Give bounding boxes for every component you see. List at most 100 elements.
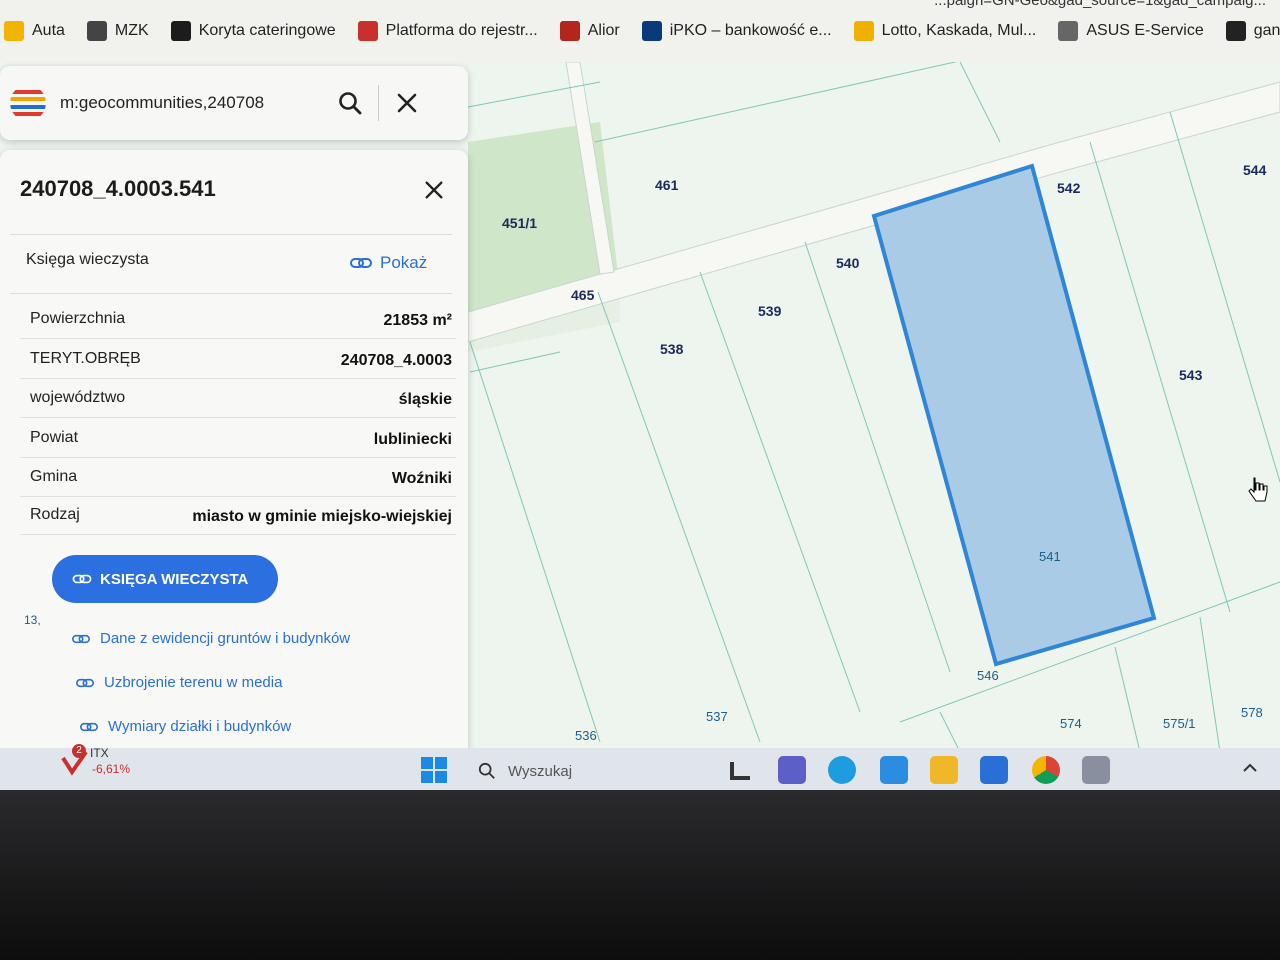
search-box: m:geocommunities,240708 [0,66,468,140]
bookmark-favicon-icon [170,21,191,41]
land-register-label: Księga wieczysta [26,251,149,268]
link-utilities[interactable]: Uzbrojenie terenu w media [76,674,282,691]
plot-label: 575/1 [1163,716,1196,731]
attribute-key: TERYT.OBRĘB [30,350,141,367]
laptop-bezel [0,790,1280,960]
bookmark-favicon-icon [1225,21,1246,41]
plot-label: 461 [655,177,679,193]
bookmark-item[interactable]: Platforma do rejestr... [357,21,538,41]
store-icon[interactable] [980,756,1008,784]
attribute-value: 21853 m² [383,312,453,329]
windows-icon [421,757,447,783]
land-register-row: Księga wieczysta Pokaż [10,234,452,294]
bookmark-favicon-icon [4,21,24,41]
taskbar-app-explorer-view[interactable] [728,756,756,784]
land-register-button[interactable]: KSIĘGA WIECZYSTA [52,555,278,603]
bookmark-item[interactable]: Auta [4,21,65,41]
plot-label: 539 [758,303,782,319]
bookmark-label: Platforma do rejestr... [385,22,538,39]
attribute-row: TERYT.OBRĘB 240708_4.0003 [20,340,456,379]
attribute-key: Powierzchnia [30,310,126,327]
attribute-value: 240708_4.0003 [340,352,452,369]
plot-label: 542 [1057,180,1081,196]
bookmark-item[interactable]: iPKO – bankowość e... [641,21,832,41]
plot-label: 465 [571,287,595,303]
taskbar: 2 ITX -6,61% Wyszukaj [0,744,1280,794]
bookmark-label: ASUS E-Service [1086,22,1204,39]
bookmarks-bar: Auta MZK Koryta cateringowe Platforma do re… [0,0,1280,62]
close-panel-button[interactable] [414,170,454,210]
link-icon [76,678,94,687]
geoportal-logo-icon [10,85,46,121]
chevron-up-icon [1243,763,1257,772]
teams-icon[interactable] [778,756,806,784]
taskbar-search-placeholder: Wyszukaj [508,762,573,780]
bookmark-favicon-icon [641,21,662,41]
bookmark-label: Alior [587,22,620,39]
stock-change: -6,61% [92,762,131,776]
search-icon [478,762,495,779]
link-icon [350,258,372,268]
bookmark-item[interactable]: MZK [86,21,149,41]
show-land-register-link[interactable]: Pokaż [350,253,427,273]
calculator-icon[interactable] [1082,756,1110,784]
bookmark-label: Auta [32,22,65,39]
hand-cursor-icon [1248,477,1268,502]
bookmark-label: iPKO – bankowość e... [669,22,832,39]
task-view-icon [730,762,750,780]
plot-label: 540 [836,255,860,271]
mail-icon[interactable] [880,756,908,784]
attribute-key: Powiat [30,429,79,446]
screen: Auta MZK Koryta cateringowe Platforma do re… [0,0,1280,800]
bookmark-item[interactable]: Alior [559,21,620,41]
start-button[interactable] [420,756,448,784]
bookmark-favicon-icon [357,21,378,41]
plot-label: 578 [1241,705,1263,720]
bookmark-favicon-icon [559,21,580,41]
plot-label: 537 [706,709,728,724]
taskbar-search[interactable]: Wyszukaj [470,756,710,786]
link-label: Dane z ewidencji gruntów i budynków [100,630,351,647]
search-input[interactable]: m:geocommunities,240708 [60,93,330,113]
link-dimensions[interactable]: Wymiary działki i budynków [80,718,291,735]
attribute-row: Powiat lubliniecki [20,419,456,458]
side-fragment: 13, [24,613,41,627]
search-button[interactable] [330,83,370,123]
file-explorer-icon[interactable] [930,756,958,784]
link-icon [72,634,90,643]
show-link-label: Pokaż [380,253,428,272]
bookmark-label: Koryta cateringowe [198,22,336,39]
plot-label: 546 [977,668,999,683]
attribute-value: Woźniki [391,470,452,487]
land-register-button-label: KSIĘGA WIECZYSTA [100,570,249,588]
attribute-value: miasto w gminie miejsko-wiejskiej [192,508,452,525]
bookmark-favicon-icon [1058,21,1079,41]
clear-search-button[interactable] [387,83,427,123]
bookmark-label: Lotto, Kaskada, Mul... [881,22,1037,39]
edge-icon[interactable] [828,756,856,784]
bookmark-favicon-icon [86,21,107,41]
plot-label-selected: 541 [1039,549,1061,564]
chrome-icon[interactable] [1032,756,1060,784]
selected-parcel-541 [871,163,1157,667]
parcel-info-panel: 240708_4.0003.541 Księga wieczysta Pokaż… [0,150,468,750]
bookmark-item[interactable]: Lotto, Kaskada, Mul... [853,21,1037,41]
link-land-records[interactable]: Dane z ewidencji gruntów i budynków [72,630,350,647]
bookmark-label: MZK [114,22,149,39]
bookmark-item[interactable]: Koryta cateringowe [170,21,336,41]
link-icon [72,574,92,584]
close-icon [397,93,417,113]
plot-label: 574 [1060,716,1082,731]
plot-label: 538 [660,341,684,357]
bookmark-item[interactable]: ganbanyoku-l [1225,21,1280,41]
bookmark-favicon-icon [853,21,874,41]
stock-widget[interactable]: 2 ITX -6,61% [60,744,140,784]
link-label: Wymiary działki i budynków [108,718,292,735]
plot-label: 544 [1243,162,1267,178]
bookmark-item[interactable]: ASUS E-Service [1058,21,1204,41]
tray-expand-button[interactable] [1238,756,1266,784]
search-icon [339,92,362,115]
attribute-row: Rodzaj miasto w gminie miejsko-wiejskiej [20,496,456,535]
bookmark-label: ganbanyoku-l [1253,22,1280,39]
attribute-row: województwo śląskie [20,379,456,418]
